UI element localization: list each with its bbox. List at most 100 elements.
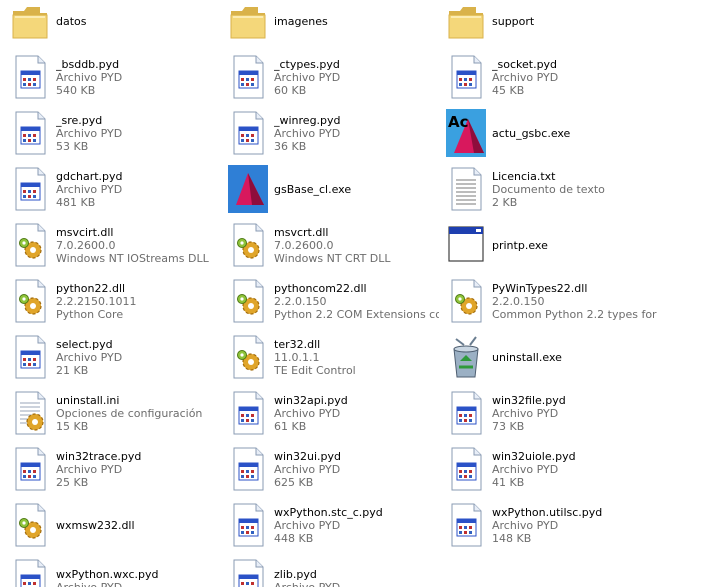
pyd-file-icon-graphic [15, 55, 46, 99]
pyd-file-icon-graphic [233, 391, 264, 435]
file-item[interactable]: pythoncom22.dll 2.2.0.150 Python 2.2 COM E… [222, 273, 440, 329]
file-item[interactable]: gsBase_cl.exe [222, 161, 440, 217]
file-name: msvcrt.dll [274, 225, 329, 239]
file-item[interactable]: uninstall.exe [440, 329, 658, 385]
file-name: _bsddb.pyd [56, 57, 120, 71]
file-type: Archivo PYD [274, 406, 341, 420]
file-size: 481 KB [56, 195, 96, 209]
pyd-file-icon-graphic [233, 559, 264, 587]
app-pyramid-icon-graphic [228, 165, 268, 213]
file-type: 7.0.2600.0 [56, 238, 116, 252]
file-type: Archivo PYD [274, 462, 341, 476]
file-item[interactable]: ter32.dll 11.0.1.1 TE Edit Control [222, 329, 440, 385]
file-item[interactable]: imagenes [222, 0, 440, 49]
dll-gear-icon-graphic [233, 335, 264, 379]
file-item[interactable]: uninstall.ini Opciones de configuración 15… [4, 385, 222, 441]
file-item-text: gdchart.pyd Archivo PYD 481 KB [56, 161, 221, 217]
file-type: 11.0.1.1 [274, 350, 320, 364]
file-type: 2.2.0.150 [274, 294, 327, 308]
file-size: 2 KB [492, 195, 518, 209]
pyd-file-icon-graphic [451, 503, 482, 547]
file-item[interactable]: wxmsw232.dll [4, 497, 222, 553]
file-name: _ctypes.pyd [274, 57, 340, 71]
file-name: actu_gsbc.exe [492, 126, 571, 140]
file-type: Archivo PYD [56, 462, 123, 476]
file-item-text: win32uiole.pyd Archivo PYD 41 KB [492, 441, 657, 497]
pyd-file-icon [446, 501, 486, 549]
dll-gear-icon [10, 277, 50, 325]
file-item[interactable]: PyWinTypes22.dll 2.2.0.150 Common Python 2… [440, 273, 658, 329]
file-item[interactable]: win32api.pyd Archivo PYD 61 KB [222, 385, 440, 441]
pyd-file-icon [228, 53, 268, 101]
file-item[interactable]: printp.exe [440, 217, 658, 273]
file-item[interactable]: Licencia.txt Documento de texto 2 KB [440, 161, 658, 217]
folder-icon [228, 0, 268, 45]
file-type: Archivo PYD [56, 126, 123, 140]
file-item[interactable]: gdchart.pyd Archivo PYD 481 KB [4, 161, 222, 217]
file-item-text: msvcrt.dll 7.0.2600.0 Windows NT CRT DLL [274, 217, 439, 273]
file-item[interactable]: win32file.pyd Archivo PYD 73 KB [440, 385, 658, 441]
file-item[interactable]: support [440, 0, 658, 49]
file-type: Archivo PYD [274, 518, 341, 532]
file-size: Common Python 2.2 types for… [492, 307, 657, 321]
pyd-file-icon [10, 109, 50, 157]
file-name: select.pyd [56, 337, 113, 351]
file-type: Archivo PYD [492, 518, 559, 532]
file-item[interactable]: Ac actu_gsbc.exe [440, 105, 658, 161]
file-item[interactable]: python22.dll 2.2.2150.1011 Python Core [4, 273, 222, 329]
file-item[interactable]: _socket.pyd Archivo PYD 45 KB [440, 49, 658, 105]
pyd-file-icon [10, 53, 50, 101]
file-item-text: win32trace.pyd Archivo PYD 25 KB [56, 441, 221, 497]
file-item[interactable]: win32uiole.pyd Archivo PYD 41 KB [440, 441, 658, 497]
folder-icon [10, 0, 50, 45]
file-item-text: zlib.pydArchivo PYD [274, 553, 439, 587]
file-type: Archivo PYD [274, 70, 341, 84]
file-name: python22.dll [56, 281, 126, 295]
file-item[interactable]: zlib.pydArchivo PYD [222, 553, 440, 587]
file-size: 53 KB [56, 139, 89, 153]
file-item-text: msvcirt.dll 7.0.2600.0 Windows NT IOStream… [56, 217, 221, 273]
file-name: PyWinTypes22.dll [492, 281, 588, 295]
file-item[interactable]: win32ui.pyd Archivo PYD 625 KB [222, 441, 440, 497]
file-icon-view: datos imagenes support _bsddb.pyd Archivo… [0, 0, 722, 587]
file-type: Documento de texto [492, 182, 605, 196]
file-item[interactable]: _ctypes.pyd Archivo PYD 60 KB [222, 49, 440, 105]
file-item-text: ter32.dll 11.0.1.1 TE Edit Control [274, 329, 439, 385]
file-name: win32api.pyd [274, 393, 348, 407]
file-item[interactable]: _sre.pyd Archivo PYD 53 KB [4, 105, 222, 161]
app-ac-icon-graphic: Ac [446, 109, 486, 157]
file-item[interactable]: select.pyd Archivo PYD 21 KB [4, 329, 222, 385]
file-item[interactable]: _winreg.pyd Archivo PYD 36 KB [222, 105, 440, 161]
pyd-file-icon-graphic [451, 447, 482, 491]
file-size: Python Core [56, 307, 124, 321]
file-item[interactable]: wxPython.wxc.pydArchivo PYD [4, 553, 222, 587]
file-item-text: gsBase_cl.exe [274, 161, 439, 217]
uninstall-recycle-icon-graphic [453, 336, 479, 378]
pyd-file-icon [228, 445, 268, 493]
file-item-text: actu_gsbc.exe [492, 105, 657, 161]
file-type: Archivo PYD [56, 70, 123, 84]
file-item-text: _bsddb.pyd Archivo PYD 540 KB [56, 49, 221, 105]
file-item[interactable]: win32trace.pyd Archivo PYD 25 KB [4, 441, 222, 497]
file-item-text: uninstall.ini Opciones de configuración 15… [56, 385, 221, 441]
file-item[interactable]: msvcirt.dll 7.0.2600.0 Windows NT IOStream… [4, 217, 222, 273]
pyd-file-icon [10, 445, 50, 493]
file-item[interactable]: msvcrt.dll 7.0.2600.0 Windows NT CRT DLL [222, 217, 440, 273]
file-size: 21 KB [56, 363, 89, 377]
file-size: 41 KB [492, 475, 525, 489]
pyd-file-icon-graphic [233, 55, 264, 99]
file-item[interactable]: datos [4, 0, 222, 49]
file-item-text: wxPython.stc_c.pyd Archivo PYD 448 KB [274, 497, 439, 553]
file-size: 73 KB [492, 419, 525, 433]
file-name: support [492, 14, 535, 28]
file-type: Archivo PYD [274, 126, 341, 140]
file-item[interactable]: _bsddb.pyd Archivo PYD 540 KB [4, 49, 222, 105]
file-type: Archivo PYD [56, 581, 221, 587]
file-item-text: _sre.pyd Archivo PYD 53 KB [56, 105, 221, 161]
file-item[interactable]: wxPython.stc_c.pyd Archivo PYD 448 KB [222, 497, 440, 553]
folder-icon-graphic [448, 7, 484, 39]
file-type: Archivo PYD [492, 462, 559, 476]
file-item-text: imagenes [274, 0, 439, 49]
file-item[interactable]: wxPython.utilsc.pyd Archivo PYD 148 KB [440, 497, 658, 553]
pyd-file-icon-graphic [15, 447, 46, 491]
